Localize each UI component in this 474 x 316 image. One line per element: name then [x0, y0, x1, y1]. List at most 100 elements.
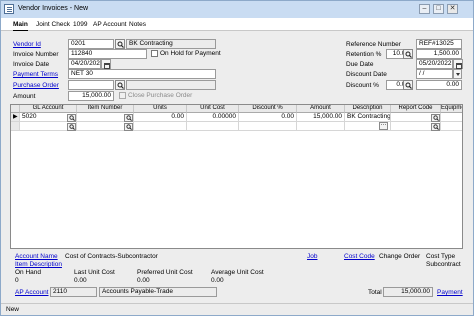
table-row-equipment[interactable]: [441, 113, 462, 122]
item-lookup-button[interactable]: [124, 114, 133, 122]
job-link[interactable]: Job: [307, 253, 317, 260]
magnifier-icon: [432, 124, 439, 130]
new-row-discount[interactable]: [239, 122, 297, 131]
new-row-units[interactable]: [134, 122, 187, 131]
vendor-invoices-window: Vendor Invoices - New – □ ✕ Main Joint C…: [0, 0, 474, 316]
vendor-id-link[interactable]: Vendor Id: [13, 41, 41, 48]
grid-row-header: [11, 105, 20, 113]
grid-header-report-code[interactable]: Report Code: [391, 105, 441, 113]
payment-terms-field[interactable]: NET 30: [68, 69, 216, 79]
vendor-name-field: BK Contracting: [126, 39, 216, 49]
table-row-units[interactable]: 0.00: [134, 113, 187, 122]
discount-amount-field[interactable]: 0.00: [416, 80, 462, 90]
grid-header-discount[interactable]: Discount %: [239, 105, 297, 113]
discount-date-field[interactable]: / /: [416, 69, 453, 79]
maximize-button[interactable]: □: [433, 4, 444, 14]
preferred-unit-cost-label: Preferred Unit Cost: [137, 269, 193, 276]
due-date-label: Due Date: [346, 61, 374, 68]
vendor-lookup-button[interactable]: [115, 39, 125, 49]
tab-joint-check[interactable]: Joint Check: [36, 21, 70, 28]
gl-lookup-button[interactable]: [67, 123, 76, 131]
new-row-equipment[interactable]: [441, 122, 462, 131]
new-row-description[interactable]: [345, 122, 391, 131]
magnifier-icon: [405, 51, 412, 58]
close-po-checkbox[interactable]: [119, 92, 126, 99]
magnifier-icon: [125, 124, 132, 130]
tab-main[interactable]: Main: [13, 21, 28, 31]
ap-account-link[interactable]: AP Account: [15, 289, 49, 296]
discount-lookup-button[interactable]: [403, 80, 413, 90]
on-hold-checkbox[interactable]: [151, 50, 158, 57]
preferred-unit-cost-value: 0.00: [137, 277, 150, 284]
purchase-order-lookup-button[interactable]: [115, 80, 125, 90]
grid-header-units[interactable]: Units: [134, 105, 187, 113]
calendar-icon[interactable]: [101, 59, 111, 69]
account-name-link[interactable]: Account Name: [15, 253, 58, 260]
status-text: New: [6, 306, 20, 313]
grid-header-amount[interactable]: Amount: [297, 105, 345, 113]
discount-date-label: Discount Date: [346, 71, 387, 78]
magnifier-icon: [432, 115, 439, 121]
table-row-unit-cost[interactable]: 0.00000: [187, 113, 239, 122]
last-unit-cost-label: Last Unit Cost: [74, 269, 115, 276]
reference-number-field[interactable]: REF#13025: [416, 39, 462, 49]
report-code-lookup-button[interactable]: [431, 114, 440, 122]
ap-account-name-field: Accounts Payable-Trade: [99, 287, 217, 297]
new-row-amount[interactable]: [297, 122, 345, 131]
tab-ap-account[interactable]: AP Account: [93, 21, 127, 28]
account-name-value: Cost of Contracts-Subcontractor: [65, 253, 158, 260]
window-app-icon: [4, 4, 14, 14]
new-row-unit-cost[interactable]: [187, 122, 239, 131]
calendar-icon[interactable]: [453, 59, 463, 69]
invoice-date-field[interactable]: 04/20/2022: [68, 59, 101, 69]
total-label: Total: [368, 289, 382, 296]
invoice-number-field[interactable]: 112840: [68, 49, 147, 59]
cost-code-link[interactable]: Cost Code: [344, 253, 375, 260]
amount-field[interactable]: 15,000.00: [68, 91, 114, 101]
average-unit-cost-label: Average Unit Cost: [211, 269, 264, 276]
payment-link[interactable]: Payment: [437, 289, 463, 296]
magnifier-icon: [68, 124, 75, 130]
table-row-discount[interactable]: 0.00: [239, 113, 297, 122]
purchase-order-description: [126, 80, 216, 90]
retention-amount-field[interactable]: 1,500.00: [416, 49, 462, 59]
discount-pct-label: Discount %: [346, 82, 379, 89]
minimize-button[interactable]: –: [419, 4, 430, 14]
retention-lookup-button[interactable]: [403, 49, 413, 59]
gl-lookup-button[interactable]: [67, 114, 76, 122]
magnifier-icon: [117, 41, 124, 48]
average-unit-cost-value: 0.00: [211, 277, 224, 284]
item-lookup-button[interactable]: [124, 123, 133, 131]
due-date-field[interactable]: 05/20/2022: [416, 59, 453, 69]
total-field: 15,000.00: [383, 287, 433, 297]
chevron-down-icon[interactable]: [453, 69, 462, 79]
purchase-order-field[interactable]: [68, 80, 114, 90]
report-code-lookup-button[interactable]: [431, 123, 440, 131]
invoice-date-label: Invoice Date: [13, 61, 50, 68]
invoice-lines-grid[interactable]: GL Account Item Number Units Unit Cost D…: [10, 104, 463, 249]
row-indicator-icon: ▶: [11, 113, 20, 122]
grid-header-item-number[interactable]: Item Number: [77, 105, 134, 113]
on-hold-label: On Hold for Payment: [160, 50, 221, 57]
purchase-order-link[interactable]: Purchase Order: [13, 82, 59, 89]
table-row-amount[interactable]: 15,000.00: [297, 113, 345, 122]
ap-account-field: 2110: [50, 287, 97, 297]
grid-header-gl-account[interactable]: GL Account: [20, 105, 77, 113]
vendor-id-field[interactable]: 0201: [68, 39, 114, 49]
on-hand-value: 0: [15, 277, 19, 284]
tab-1099[interactable]: 1099: [73, 21, 87, 28]
window-title: Vendor Invoices - New: [18, 5, 89, 12]
magnifier-icon: [125, 115, 132, 121]
title-bar[interactable]: Vendor Invoices - New – □ ✕: [1, 1, 473, 18]
grid-header-unit-cost[interactable]: Unit Cost: [187, 105, 239, 113]
grid-header-description[interactable]: Description: [345, 105, 391, 113]
payment-terms-link[interactable]: Payment Terms: [13, 71, 58, 78]
magnifier-icon: [117, 82, 124, 89]
change-order-label: Change Order: [379, 253, 421, 260]
tab-notes[interactable]: Notes: [129, 21, 146, 28]
reference-number-label: Reference Number: [346, 41, 401, 48]
cost-type-value: Subcontract: [426, 261, 461, 268]
grid-header-equipment[interactable]: Equipme: [441, 105, 462, 113]
item-description-link[interactable]: Item Description: [15, 261, 62, 268]
close-button[interactable]: ✕: [447, 4, 458, 14]
